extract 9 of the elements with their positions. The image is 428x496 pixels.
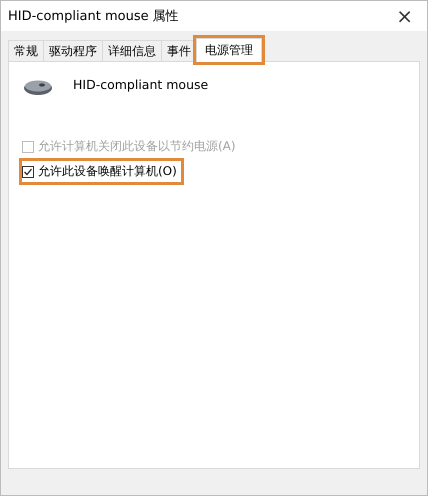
tab[interactable]: 电源管理	[196, 38, 262, 62]
close-button[interactable]: ×	[392, 6, 417, 26]
window-title: HID-compliant mouse 属性	[8, 8, 179, 25]
tab[interactable]: 常规	[8, 40, 44, 61]
mouse-icon	[23, 78, 53, 96]
device-name: HID-compliant mouse	[73, 76, 208, 92]
checkbox[interactable]	[22, 166, 34, 178]
checkbox-label: 允许计算机关闭此设备以节约电源(A)	[38, 138, 236, 155]
checkbox-label: 允许此设备唤醒计算机(O)	[38, 163, 177, 180]
